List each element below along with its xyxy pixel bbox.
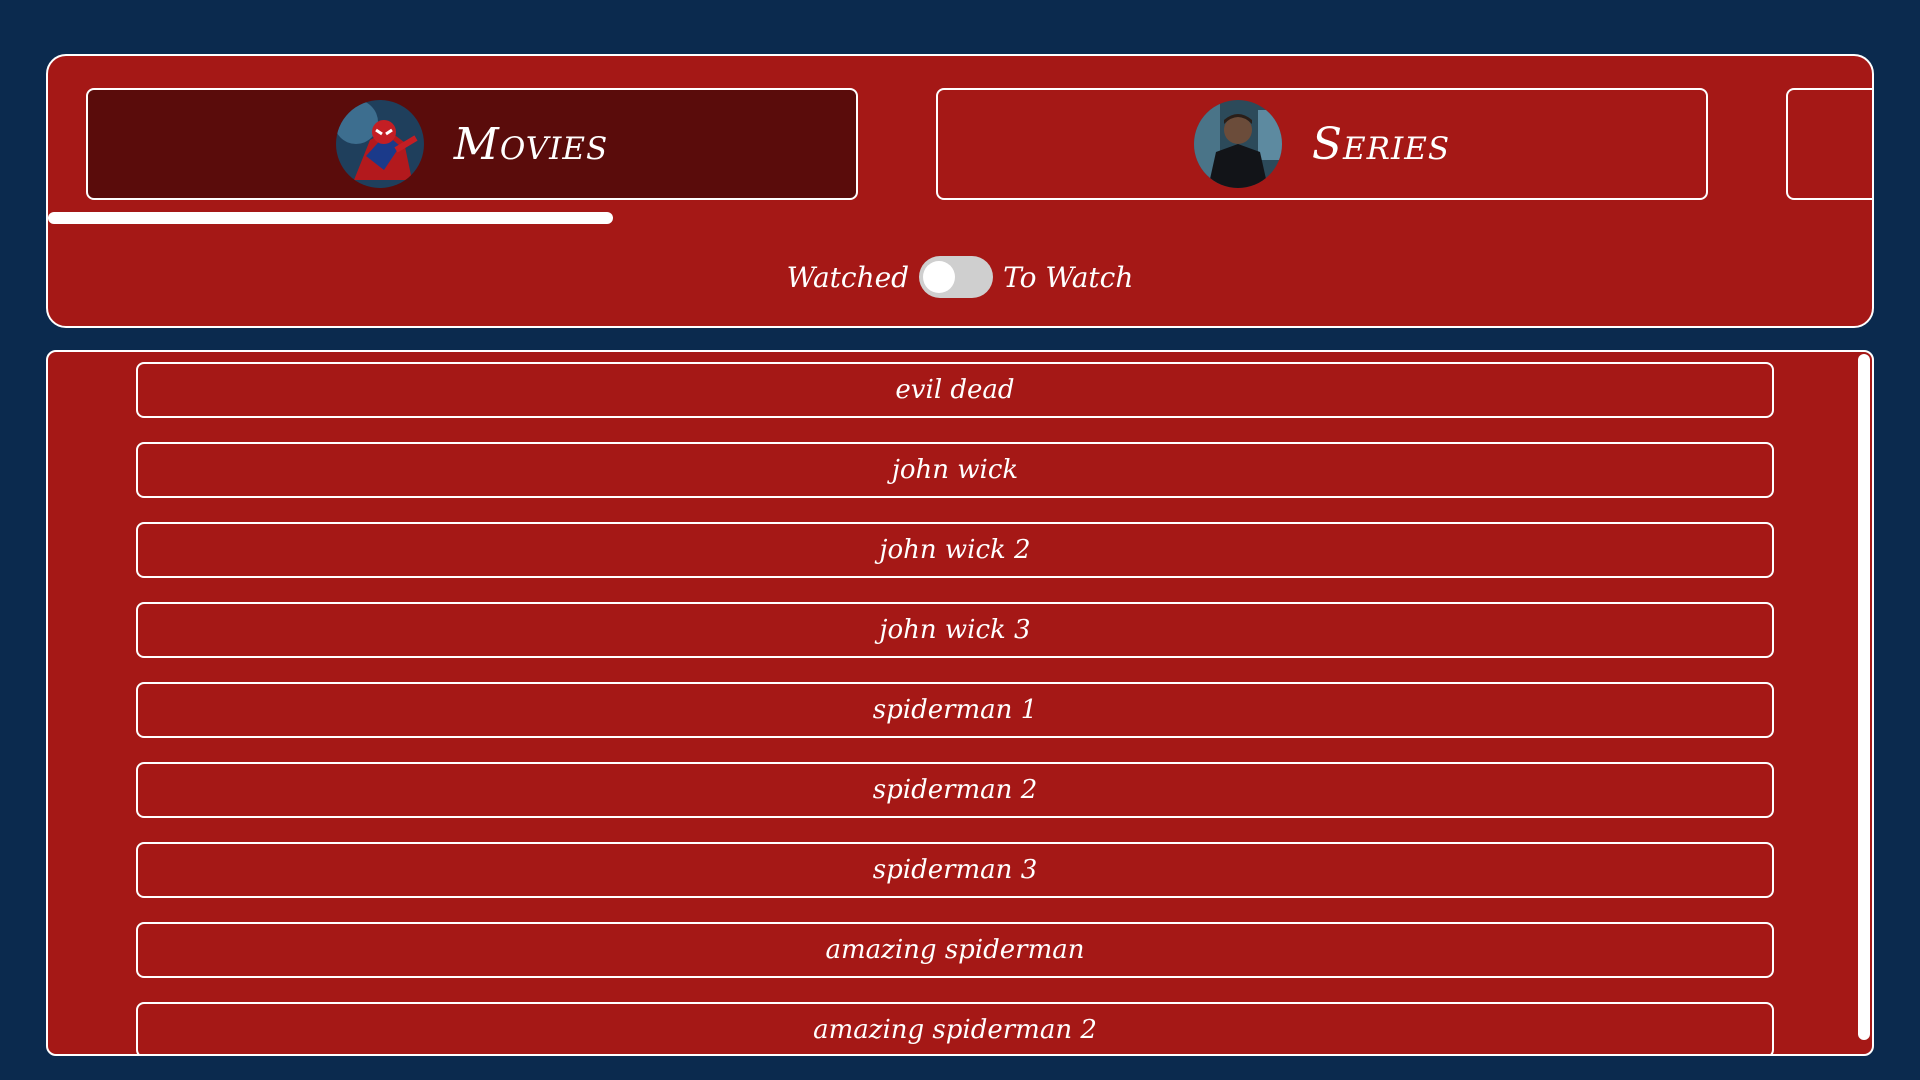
movie-item[interactable]: john wick (136, 442, 1774, 498)
movie-list: evil dead john wick john wick 2 john wic… (136, 362, 1774, 1054)
watch-status-switch[interactable] (919, 256, 994, 298)
list-scrollbar[interactable] (1858, 352, 1870, 1054)
movie-item[interactable]: amazing spiderman 2 (136, 1002, 1774, 1054)
movie-item[interactable]: spiderman 1 (136, 682, 1774, 738)
movie-list-panel: evil dead john wick john wick 2 john wic… (46, 350, 1874, 1056)
movie-item[interactable]: john wick 3 (136, 602, 1774, 658)
to-watch-label: To Watch (1003, 260, 1134, 294)
movie-item[interactable]: spiderman 2 (136, 762, 1774, 818)
movie-item[interactable]: evil dead (136, 362, 1774, 418)
category-header-panel: Movies Series Watched To Watch (46, 54, 1874, 328)
tab-series[interactable]: Series (936, 88, 1708, 200)
switch-knob (923, 261, 956, 293)
tab-series-label: Series (1311, 118, 1451, 170)
tab-scroll-progress (48, 212, 1872, 224)
tab-movies-label: Movies (453, 118, 609, 170)
watched-label: Watched (786, 260, 910, 294)
movie-item[interactable]: john wick 2 (136, 522, 1774, 578)
tab-movies[interactable]: Movies (86, 88, 858, 200)
movie-item[interactable]: amazing spiderman (136, 922, 1774, 978)
tab-scroll-progress-fill (48, 212, 614, 224)
daredevil-avatar-icon (1193, 100, 1282, 188)
movie-item[interactable]: spiderman 3 (136, 842, 1774, 898)
list-scrollbar-thumb[interactable] (1858, 354, 1870, 1040)
tab-partial-next[interactable] (1786, 88, 1872, 200)
spiderman-avatar-icon (335, 100, 424, 188)
watch-status-toggle-row: Watched To Watch (48, 252, 1872, 302)
